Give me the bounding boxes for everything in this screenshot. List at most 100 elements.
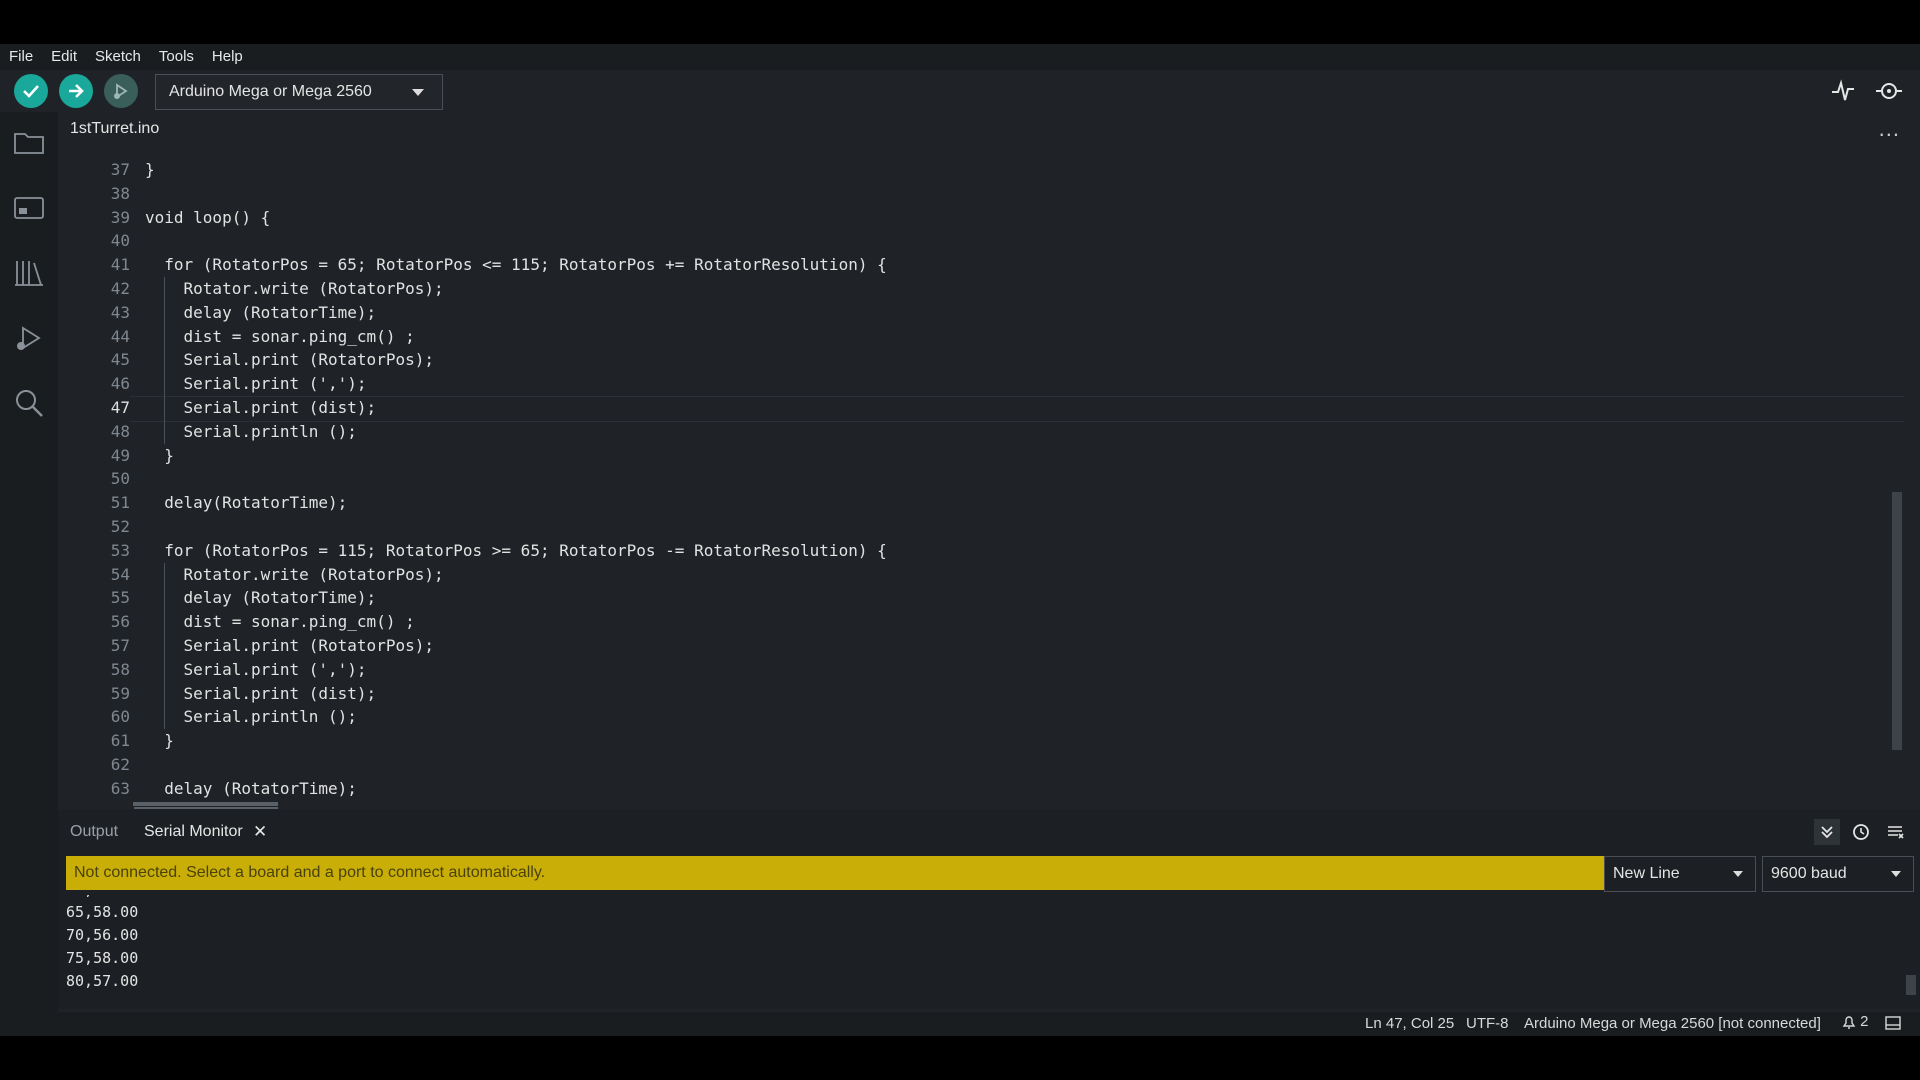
line-number: 39: [110, 207, 130, 227]
line-number: 42: [110, 279, 130, 298]
line-number: 62: [110, 755, 130, 774]
indent-guide: [164, 562, 165, 730]
code-line[interactable]: Serial.println ();: [145, 420, 357, 444]
code-area[interactable]: } void loop() { for (RotatorPos = 65; Rot…: [145, 156, 1845, 806]
boards-manager-button[interactable]: [12, 191, 46, 225]
active-tab-indicator: [134, 807, 278, 809]
line-number: 64: [70, 801, 130, 806]
code-line[interactable]: Rotator.write (RotatorPos);: [145, 277, 444, 301]
code-line[interactable]: void loop() {: [145, 206, 270, 230]
serial-scrollbar-thumb[interactable]: [1906, 975, 1916, 995]
code-line[interactable]: for (RotatorPos = 65; RotatorPos <= 115;…: [145, 253, 886, 277]
bell-icon: [1842, 1016, 1856, 1029]
verify-button[interactable]: [14, 74, 48, 108]
serial-plotter-button[interactable]: [1828, 76, 1858, 106]
menu-sketch[interactable]: Sketch: [86, 44, 150, 70]
code-line[interactable]: Serial.print (',');: [145, 372, 367, 396]
line-number: 59: [110, 683, 130, 703]
code-line[interactable]: dist = sonar.ping_cm() ;: [145, 610, 415, 634]
board-status[interactable]: Arduino Mega or Mega 2560 [not connected…: [1524, 1015, 1821, 1032]
code-line[interactable]: for (RotatorPos = 115; RotatorPos >= 65;…: [145, 539, 886, 563]
toolbar: Arduino Mega or Mega 2560: [0, 70, 1920, 112]
panel-layout-icon: [1885, 1016, 1901, 1030]
baud-rate-select[interactable]: 9600 baud: [1762, 856, 1914, 892]
code-line[interactable]: Rotator.write (RotatorPos);: [145, 563, 444, 587]
line-number: 56: [110, 612, 130, 632]
line-number: 49: [110, 445, 130, 465]
menu-edit[interactable]: Edit: [42, 44, 86, 70]
serial-line: 65,58.00: [66, 903, 139, 921]
code-editor[interactable]: 37 38 39 40 41 42 43 44 45 46 47 48 49 50 51 52 53 54 55 56…: [58, 156, 1904, 806]
clear-output-icon: [1888, 826, 1904, 839]
close-serial-monitor-icon[interactable]: ✕: [253, 822, 267, 842]
code-line[interactable]: Serial.print (dist);: [145, 396, 377, 420]
baud-rate-value: 9600 baud: [1771, 865, 1847, 882]
line-number: 51: [110, 493, 130, 513]
tab-serial-monitor[interactable]: Serial Monitor: [144, 823, 243, 841]
code-line[interactable]: delay(RotatorTime);: [145, 491, 347, 515]
more-options-button[interactable]: ...: [1879, 116, 1900, 142]
editor-scrollbar-thumb[interactable]: [1892, 492, 1902, 750]
not-connected-banner: Not connected. Select a board and a port…: [66, 856, 1604, 890]
code-line[interactable]: Serial.print (dist);: [145, 682, 377, 706]
menu-help[interactable]: Help: [203, 44, 252, 70]
line-number: 38: [110, 183, 130, 203]
sketchbook-button[interactable]: [12, 126, 46, 160]
debug-panel-button[interactable]: [12, 321, 46, 355]
line-number: 37: [110, 160, 130, 179]
debug-icon: [114, 83, 128, 99]
notification-count: 2: [1860, 1013, 1869, 1030]
code-line[interactable]: }: [145, 158, 155, 182]
line-number: 55: [110, 588, 130, 608]
debug-icon: [17, 326, 41, 350]
line-number: 60: [110, 707, 130, 727]
line-number: 58: [110, 659, 130, 679]
checkmark-icon: [23, 85, 39, 98]
toggle-panel-button[interactable]: [1885, 1016, 1901, 1034]
line-number: 61: [110, 731, 130, 751]
serial-line: 70,56.00: [66, 926, 139, 944]
notifications-button[interactable]: 2: [1842, 1013, 1869, 1030]
code-line[interactable]: }: [145, 729, 174, 753]
editor-tab-row: 1stTurret.ino ...: [58, 112, 1920, 154]
code-line[interactable]: }: [145, 444, 174, 468]
code-line[interactable]: Serial.print (RotatorPos);: [145, 634, 434, 658]
code-line[interactable]: delay (RotatorTime);: [145, 301, 377, 325]
code-line[interactable]: delay (RotatorTime);: [145, 586, 377, 610]
file-tab[interactable]: 1stTurret.ino: [70, 120, 159, 138]
menu-tools[interactable]: Tools: [150, 44, 203, 70]
line-number: 46: [110, 374, 130, 394]
serial-monitor-button[interactable]: [1874, 76, 1904, 106]
board-selector-label: Arduino Mega or Mega 2560: [169, 83, 372, 100]
search-button[interactable]: [12, 386, 46, 420]
line-number: 41: [110, 255, 130, 275]
library-icon: [15, 261, 43, 286]
horizontal-scrollbar-thumb[interactable]: [133, 802, 278, 806]
clear-output-button[interactable]: [1882, 819, 1908, 845]
chevron-double-down-icon: [1821, 826, 1833, 839]
indent-guide: [164, 277, 165, 444]
line-ending-value: New Line: [1613, 865, 1680, 882]
menu-file[interactable]: File: [0, 44, 42, 70]
collapse-panel-button[interactable]: [1814, 819, 1840, 845]
line-number: 63: [110, 778, 130, 798]
code-line[interactable]: Serial.println ();: [145, 705, 357, 729]
debug-button[interactable]: [104, 74, 138, 108]
line-number: 43: [110, 302, 130, 322]
code-line[interactable]: dist = sonar.ping_cm() ;: [145, 325, 415, 349]
upload-button[interactable]: [59, 74, 93, 108]
line-number: 52: [110, 517, 130, 536]
editor-scrollbar[interactable]: [1892, 156, 1904, 806]
line-ending-select[interactable]: New Line: [1604, 856, 1756, 892]
file-encoding[interactable]: UTF-8: [1466, 1015, 1509, 1032]
library-manager-button[interactable]: [12, 256, 46, 290]
code-line[interactable]: Serial.print (',');: [145, 658, 367, 682]
code-line[interactable]: delay (RotatorTime);: [145, 777, 357, 801]
code-line[interactable]: Serial.print (RotatorPos);: [145, 348, 434, 372]
timestamp-toggle-button[interactable]: [1848, 819, 1874, 845]
arrow-right-icon: [69, 84, 84, 98]
tab-output[interactable]: Output: [70, 823, 118, 841]
cursor-position[interactable]: Ln 47, Col 25: [1365, 1015, 1454, 1032]
board-icon: [14, 197, 44, 219]
board-selector[interactable]: Arduino Mega or Mega 2560: [155, 74, 443, 110]
